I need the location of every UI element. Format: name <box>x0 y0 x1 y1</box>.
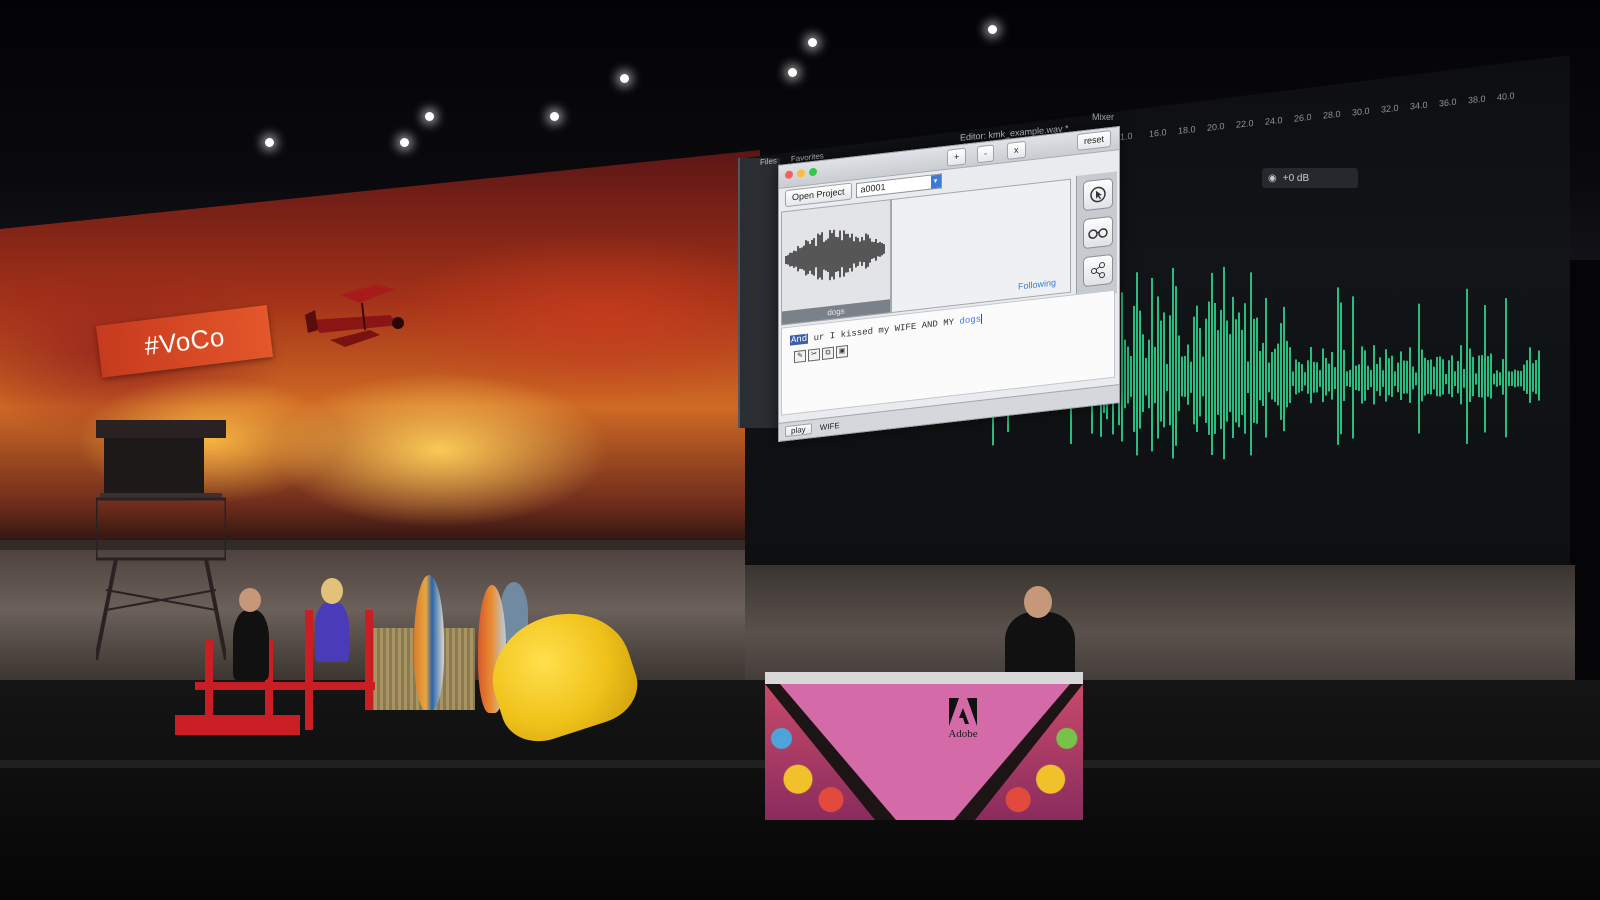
presenter-woman-head <box>321 578 343 604</box>
timeline-tick: 32.0 <box>1381 102 1399 115</box>
spotlight <box>988 25 997 34</box>
chevron-down-icon: ▾ <box>930 173 941 189</box>
presenter-man-head <box>239 588 261 612</box>
play-button[interactable]: play <box>785 423 812 438</box>
spotlight <box>620 74 629 83</box>
selected-word[interactable]: And <box>790 333 809 347</box>
chair-leg <box>305 610 313 730</box>
chair-leg <box>365 610 373 710</box>
paste-icon[interactable]: ▣ <box>836 345 848 359</box>
transcript-middle: ur I kissed my WIFE AND MY <box>808 316 960 344</box>
spotlight <box>425 112 434 121</box>
current-word: WIFE <box>819 420 840 433</box>
level-readout-value: +0 dB <box>1282 172 1310 184</box>
red-box <box>245 715 300 735</box>
spotlight <box>550 112 559 121</box>
pencil-icon[interactable]: ✎ <box>794 349 806 364</box>
cut-icon[interactable]: ✂ <box>808 348 820 362</box>
chair-seat <box>285 682 375 690</box>
timeline-tick: 20.0 <box>1207 121 1225 133</box>
zoom-window-icon[interactable] <box>809 167 817 177</box>
timeline-tick: 22.0 <box>1236 117 1254 130</box>
adobe-logo: Adobe <box>945 698 981 752</box>
timeline-tick: 34.0 <box>1410 99 1428 112</box>
spotlight <box>808 38 817 47</box>
word-tools: ✎ ✂ ⧉ ▣ <box>794 345 848 364</box>
spotlight <box>788 68 797 77</box>
surfboard <box>414 575 444 710</box>
close-window-icon[interactable] <box>785 170 793 180</box>
following-label[interactable]: Following <box>1018 277 1056 291</box>
timeline-tick: 40.0 <box>1497 90 1515 103</box>
word-waveform <box>785 229 885 281</box>
presenter-at-podium-head <box>1024 586 1052 618</box>
presenter-man <box>233 610 269 680</box>
open-project-button[interactable]: Open Project <box>785 182 852 207</box>
spotlight <box>400 138 409 147</box>
volume-knob-icon: ◉ <box>1268 172 1277 184</box>
remove-button[interactable]: - <box>977 144 994 164</box>
adobe-mark-icon <box>949 698 977 726</box>
level-readout[interactable]: ◉ +0 dB <box>1262 168 1358 188</box>
timeline-tick: 38.0 <box>1468 93 1486 106</box>
timeline-tick: 36.0 <box>1439 96 1457 109</box>
following-panel: Following <box>891 178 1071 314</box>
add-button[interactable]: + <box>947 147 967 167</box>
word-waveform-panel: dogs <box>781 199 891 326</box>
spotlight <box>265 138 274 147</box>
text-cursor <box>981 313 983 324</box>
biplane-image <box>305 285 404 347</box>
copy-icon[interactable]: ⧉ <box>822 346 834 360</box>
presenter-woman <box>315 602 349 662</box>
mixer-tab[interactable]: Mixer <box>1092 112 1114 122</box>
tab-files[interactable]: Files <box>760 156 777 167</box>
timeline-tick: 16.0 <box>1149 127 1167 139</box>
cursor-icon[interactable] <box>1083 177 1113 212</box>
project-select-value: a0001 <box>860 181 886 195</box>
podium-top <box>765 672 1083 684</box>
glasses-icon[interactable] <box>1083 215 1113 250</box>
editor-side-panel <box>738 158 780 428</box>
red-box <box>175 715 245 735</box>
timeline-tick: 30.0 <box>1352 105 1370 118</box>
inserted-word[interactable]: dogs <box>959 314 981 326</box>
minimize-window-icon[interactable] <box>797 168 805 178</box>
close-button[interactable]: x <box>1007 140 1026 160</box>
timeline-tick: 24.0 <box>1265 114 1283 127</box>
voco-app-window: reset + - x Open Project a0001 ▾ dogs Fo… <box>778 126 1120 442</box>
timeline-tick: 26.0 <box>1294 111 1312 124</box>
side-toolbar <box>1076 171 1117 299</box>
reset-button[interactable]: reset <box>1076 130 1111 151</box>
timeline-tick: 18.0 <box>1178 124 1196 136</box>
share-icon[interactable] <box>1083 253 1113 288</box>
lifeguard-chairs <box>175 578 375 740</box>
adobe-wordmark: Adobe <box>948 728 978 740</box>
timeline-tick: 1.0 <box>1120 130 1133 142</box>
timeline-tick: 28.0 <box>1323 108 1341 121</box>
chair-seat <box>195 682 285 690</box>
